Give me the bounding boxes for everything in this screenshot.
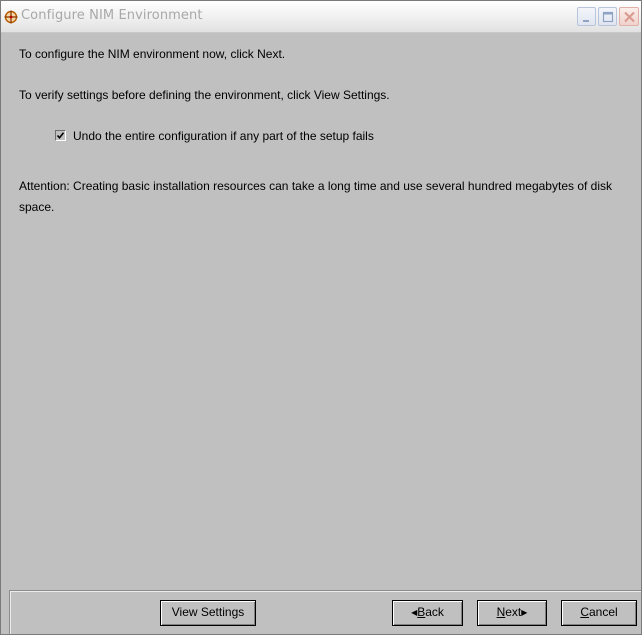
back-label-rest: ack xyxy=(425,605,444,619)
next-label-rest: ext xyxy=(505,605,522,619)
attention-note: Attention: Creating basic installation r… xyxy=(19,179,613,214)
title-bar[interactable]: Configure NIM Environment xyxy=(1,1,641,33)
next-button[interactable]: Next▶ xyxy=(477,600,547,626)
back-button[interactable]: ◀Back xyxy=(392,600,463,626)
button-bar-inner: View Settings ◀Back Next▶ Cancel xyxy=(10,591,641,634)
window-title: Configure NIM Environment xyxy=(21,8,203,23)
maximize-icon xyxy=(602,11,614,23)
cancel-button[interactable]: Cancel xyxy=(561,600,637,626)
undo-config-checkbox[interactable] xyxy=(55,130,66,141)
undo-config-label[interactable]: Undo the entire configuration if any par… xyxy=(73,129,374,143)
cancel-label-rest: ancel xyxy=(588,605,618,619)
next-mnemonic: N xyxy=(496,605,506,619)
close-icon xyxy=(624,11,635,23)
button-bar: View Settings ◀Back Next▶ Cancel xyxy=(9,590,641,634)
dialog-window: Configure NIM Environment To configure t… xyxy=(0,0,642,635)
instruction-view-settings: To verify settings before defining the e… xyxy=(19,88,390,102)
close-button[interactable] xyxy=(619,7,639,26)
minimize-icon xyxy=(583,20,589,22)
maximize-button[interactable] xyxy=(598,7,617,26)
minimize-button[interactable] xyxy=(577,7,596,26)
cancel-mnemonic: C xyxy=(580,605,589,619)
instruction-next: To configure the NIM environment now, cl… xyxy=(19,47,286,61)
view-settings-button[interactable]: View Settings xyxy=(160,600,256,626)
checkmark-icon xyxy=(56,132,65,140)
right-arrow-icon: ▶ xyxy=(521,608,528,617)
crosshair-compass-icon xyxy=(4,10,18,24)
